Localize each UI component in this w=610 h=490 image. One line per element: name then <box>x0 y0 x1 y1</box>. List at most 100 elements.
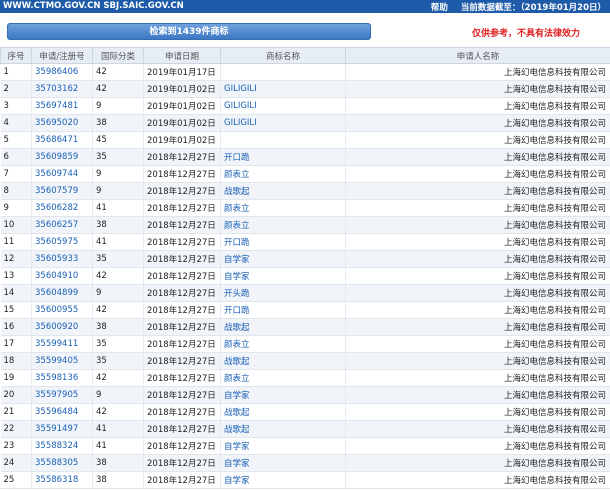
row-index-cell: 16 <box>0 318 32 336</box>
reg-number-link[interactable]: 35596484 <box>35 407 78 417</box>
reg-number-link[interactable]: 35598136 <box>35 373 78 383</box>
class-cell-cell: 42 <box>92 301 144 319</box>
row-index: 24 <box>3 458 15 468</box>
class-cell: 38 <box>96 220 107 230</box>
class-cell: 41 <box>96 203 107 213</box>
reg-number-link[interactable]: 35605975 <box>35 237 78 247</box>
reg-number-link[interactable]: 35703162 <box>35 84 78 94</box>
applicant-cell-cell: 上海幻电信息科技有限公司 <box>345 148 610 166</box>
reg-number-cell: 35606282 <box>31 199 93 217</box>
class-cell: 38 <box>96 458 107 468</box>
applicant-cell: 上海幻电信息科技有限公司 <box>503 374 606 384</box>
date-cell-cell: 2018年12月27日 <box>143 182 221 200</box>
applicant-cell: 上海幻电信息科技有限公司 <box>503 289 606 299</box>
data-date-value: （2019年01月20日） <box>520 3 606 13</box>
reg-number-link[interactable]: 35604910 <box>35 271 78 281</box>
row-index: 22 <box>3 424 15 434</box>
row-index: 17 <box>3 339 15 349</box>
reg-number-link[interactable]: 35607579 <box>35 186 78 196</box>
date-cell: 2018年12月27日 <box>147 170 216 180</box>
trademark-name-link[interactable]: 战歌起 <box>224 187 250 197</box>
applicant-cell-cell: 上海幻电信息科技有限公司 <box>345 369 610 387</box>
trademark-name-link[interactable]: 颜表立 <box>224 374 250 384</box>
search-results-button[interactable]: 检索到1439件商标 <box>7 23 371 40</box>
trademark-name-link[interactable]: 颜表立 <box>224 170 250 180</box>
reg-number-link[interactable]: 35599411 <box>35 339 78 349</box>
site-links[interactable]: WWW.CTMO.GOV.CN SBJ.SAIC.GOV.CN <box>3 1 184 11</box>
reg-number-link[interactable]: 35686471 <box>35 135 78 145</box>
reg-number-link[interactable]: 35605933 <box>35 254 78 264</box>
trademark-name-link[interactable]: 开口跪 <box>224 238 250 248</box>
trademark-name-link[interactable]: 颜表立 <box>224 204 250 214</box>
reg-number-link[interactable]: 35609744 <box>35 169 78 179</box>
class-cell-cell: 42 <box>92 63 144 81</box>
date-cell: 2018年12月27日 <box>147 153 216 163</box>
trademark-name-cell: 颜表立 <box>220 165 346 183</box>
table-row: 18 35599405 35 2018年12月27日 战歌起 上海幻电信息科技有限公司 <box>0 352 610 370</box>
reg-number-link[interactable]: 35609859 <box>35 152 78 162</box>
trademark-name-link[interactable]: 自学家 <box>224 459 250 469</box>
reg-number-cell: 35599411 <box>31 335 93 353</box>
class-cell: 38 <box>96 118 107 128</box>
class-cell-cell: 45 <box>92 131 144 149</box>
reg-number-cell: 35986406 <box>31 63 93 81</box>
date-cell: 2018年12月27日 <box>147 221 216 231</box>
trademark-name-link[interactable]: 自学家 <box>224 442 250 452</box>
trademark-name-link[interactable]: 开口跪 <box>224 153 250 163</box>
date-cell-cell: 2018年12月27日 <box>143 386 221 404</box>
applicant-cell-cell: 上海幻电信息科技有限公司 <box>345 131 610 149</box>
trademark-name-cell <box>220 63 346 81</box>
trademark-name-link[interactable]: GILIGILI <box>224 118 257 128</box>
applicant-cell-cell: 上海幻电信息科技有限公司 <box>345 471 610 489</box>
table-row: 23 35588324 41 2018年12月27日 自学家 上海幻电信息科技有限公司 <box>0 437 610 455</box>
trademark-name-link[interactable]: 颜表立 <box>224 340 250 350</box>
trademark-name-cell: 颜表立 <box>220 369 346 387</box>
trademark-name-link[interactable]: 战歌起 <box>224 408 250 418</box>
reg-number-link[interactable]: 35588324 <box>35 441 78 451</box>
row-index: 10 <box>3 220 15 230</box>
applicant-cell: 上海幻电信息科技有限公司 <box>503 357 606 367</box>
reg-number-cell: 35600955 <box>31 301 93 319</box>
trademark-name-link[interactable]: 自学家 <box>224 476 250 486</box>
help-link[interactable]: 帮助 <box>431 3 448 13</box>
reg-number-link[interactable]: 35606257 <box>35 220 78 230</box>
reg-number-link[interactable]: 35695020 <box>35 118 78 128</box>
table-row: 19 35598136 42 2018年12月27日 颜表立 上海幻电信息科技有限公司 <box>0 369 610 387</box>
reg-number-link[interactable]: 35591497 <box>35 424 78 434</box>
row-index: 12 <box>3 254 15 264</box>
date-cell: 2018年12月27日 <box>147 340 216 350</box>
applicant-cell-cell: 上海幻电信息科技有限公司 <box>345 216 610 234</box>
reg-number-link[interactable]: 35600955 <box>35 305 78 315</box>
applicant-cell-cell: 上海幻电信息科技有限公司 <box>345 318 610 336</box>
trademark-name-link[interactable]: GILIGILI <box>224 101 257 111</box>
reg-number-link[interactable]: 35586318 <box>35 475 78 485</box>
class-cell-cell: 35 <box>92 352 144 370</box>
reg-number-link[interactable]: 35697481 <box>35 101 78 111</box>
trademark-name-link[interactable]: 自学家 <box>224 255 250 265</box>
class-cell-cell: 38 <box>92 318 144 336</box>
trademark-name-link[interactable]: 战歌起 <box>224 357 250 367</box>
reg-number-link[interactable]: 35986406 <box>35 67 78 77</box>
reg-number-link[interactable]: 35606282 <box>35 203 78 213</box>
row-index: 16 <box>3 322 15 332</box>
trademark-name-link[interactable]: 战歌起 <box>224 323 250 333</box>
reg-number-link[interactable]: 35599405 <box>35 356 78 366</box>
class-cell-cell: 42 <box>92 80 144 98</box>
reg-number-link[interactable]: 35588305 <box>35 458 78 468</box>
applicant-cell-cell: 上海幻电信息科技有限公司 <box>345 301 610 319</box>
trademark-name-cell: 自学家 <box>220 454 346 472</box>
reg-number-link[interactable]: 35597905 <box>35 390 78 400</box>
class-cell: 9 <box>96 169 102 179</box>
reg-number-link[interactable]: 35604899 <box>35 288 78 298</box>
trademark-name-link[interactable]: 颜表立 <box>224 221 250 231</box>
trademark-name-link[interactable]: 自学家 <box>224 391 250 401</box>
class-cell: 9 <box>96 390 102 400</box>
trademark-name-link[interactable]: 开头跪 <box>224 289 250 299</box>
trademark-name-link[interactable]: 开口跪 <box>224 306 250 316</box>
class-cell: 42 <box>96 305 107 315</box>
class-cell-cell: 9 <box>92 97 144 115</box>
trademark-name-link[interactable]: 战歌起 <box>224 425 250 435</box>
trademark-name-link[interactable]: 自学家 <box>224 272 250 282</box>
reg-number-link[interactable]: 35600920 <box>35 322 78 332</box>
trademark-name-link[interactable]: GILIGILI <box>224 84 257 94</box>
